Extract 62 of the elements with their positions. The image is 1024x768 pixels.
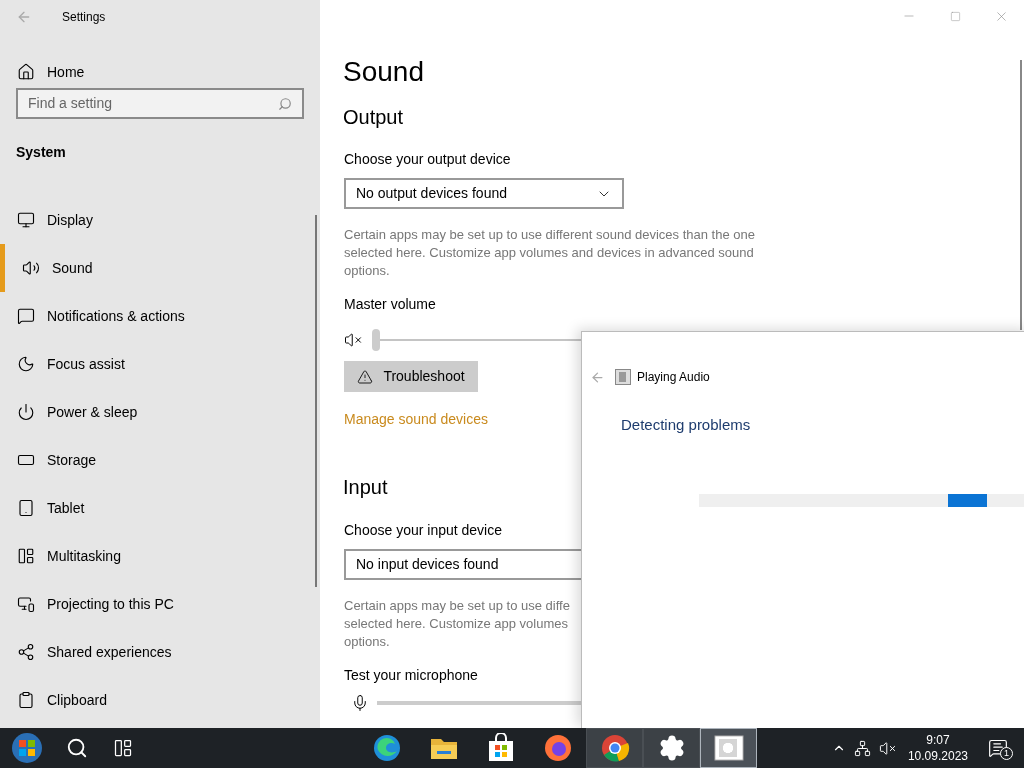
home-link[interactable]: Home: [0, 56, 320, 88]
power-icon: [17, 403, 35, 421]
tablet-icon: [17, 499, 35, 517]
notification-icon: [988, 738, 1008, 758]
nav-item[interactable]: Multitasking: [0, 532, 320, 580]
notification-button[interactable]: 1: [980, 728, 1016, 768]
speaker-icon: [22, 259, 40, 277]
clipboard-icon: [17, 691, 35, 709]
search-icon: [278, 96, 292, 111]
edge-icon: [371, 733, 402, 763]
help-text: Certain apps may be set up to use diffe selected here. Customize app volumes options.: [343, 597, 570, 651]
chrome-icon: [599, 733, 630, 763]
fox-globe-icon: [542, 733, 573, 763]
microphone-icon: [351, 694, 369, 712]
section-heading: System: [15, 143, 67, 162]
moon-icon: [17, 355, 35, 373]
troubleshoot-button[interactable]: Troubleshoot: [344, 361, 478, 392]
nav-item[interactable]: Shared experiences: [0, 628, 320, 676]
window-title: Settings: [62, 8, 106, 26]
output-device-dropdown[interactable]: No output devices found: [344, 178, 624, 209]
nav-item[interactable]: Power & sleep: [0, 388, 320, 436]
panels-icon: [17, 547, 35, 565]
monitor-icon: [17, 211, 35, 229]
message-icon: [17, 307, 35, 325]
nav-item[interactable]: Notifications & actions: [0, 292, 320, 340]
clock[interactable]: 9:07 10.09.2023: [903, 732, 972, 764]
nav-item[interactable]: Display: [0, 196, 320, 244]
store-bag-icon: [486, 733, 515, 763]
troubleshooter-icon: [712, 734, 745, 762]
troubleshooter-icon: [615, 369, 631, 385]
help-text: Certain apps may be set up to use different sound devices than the one selected here. Customize app volumes and devices in advanced sound options.: [343, 226, 756, 280]
field-label: Master volume: [343, 295, 437, 314]
slider-thumb[interactable]: [372, 329, 380, 351]
page-title: Sound: [343, 55, 425, 89]
muted-speaker-icon[interactable]: [878, 739, 896, 757]
nav-item[interactable]: Projecting to this PC: [0, 580, 320, 628]
nav-item[interactable]: Tablet: [0, 484, 320, 532]
task-view-icon: [113, 738, 133, 758]
field-label: Choose your input device: [343, 521, 503, 540]
dialog-title: Playing Audio: [637, 369, 710, 386]
taskbar-app-button[interactable]: [586, 728, 643, 768]
taskbar-app-button[interactable]: [700, 728, 757, 768]
section-heading: Input: [343, 475, 388, 500]
warning-icon: [357, 368, 374, 385]
taskbar-app-button[interactable]: [643, 728, 700, 768]
field-label: Test your microphone: [343, 666, 479, 685]
home-icon: [17, 63, 35, 81]
nav-item[interactable]: Clipboard: [0, 676, 320, 724]
status-text: Detecting problems: [621, 415, 752, 435]
nav-item[interactable]: Storage: [0, 436, 320, 484]
field-label: Choose your output device: [343, 150, 512, 169]
nav-item[interactable]: Focus assist: [0, 340, 320, 388]
share-icon: [17, 643, 35, 661]
projector-icon: [17, 595, 35, 613]
search-icon: [66, 737, 88, 759]
notification-count: 1: [1000, 747, 1013, 760]
section-heading: Output: [343, 105, 405, 130]
muted-speaker-icon[interactable]: [344, 331, 362, 349]
search-input[interactable]: Find a setting: [28, 93, 278, 114]
restore-icon: [949, 10, 961, 22]
search-field[interactable]: Find a setting: [16, 88, 304, 119]
network-icon[interactable]: [853, 739, 871, 757]
